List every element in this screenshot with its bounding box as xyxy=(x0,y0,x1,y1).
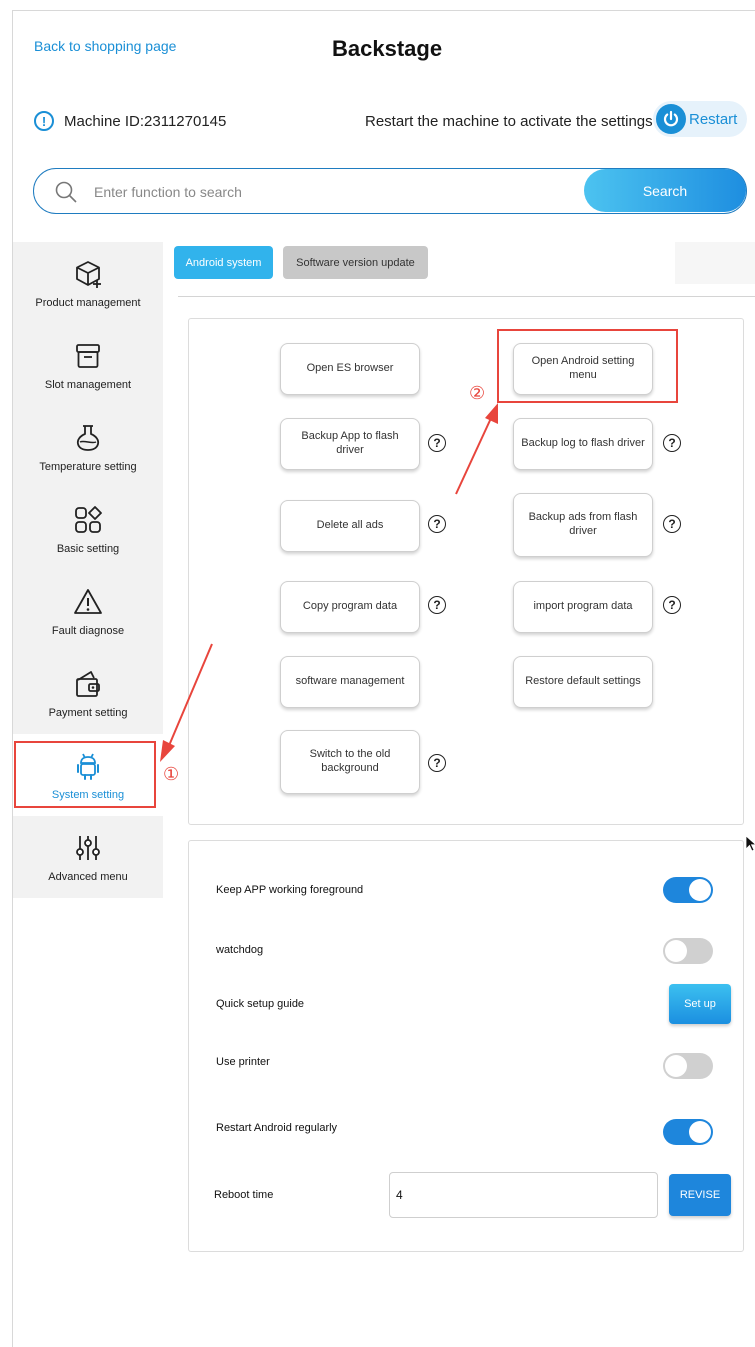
restore-default-settings-button[interactable]: Restore default settings xyxy=(513,656,653,708)
reboot-time-label: Reboot time xyxy=(214,1189,274,1201)
sliders-icon xyxy=(72,832,104,869)
restart-label: Restart xyxy=(689,110,738,128)
backup-ads-button[interactable]: Backup ads from flash driver xyxy=(513,493,653,557)
tab-software-version-update[interactable]: Software version update xyxy=(283,246,428,279)
power-icon xyxy=(656,104,686,134)
machine-info: ! Machine ID:2311270145 xyxy=(34,108,226,134)
drawer-icon xyxy=(72,340,104,377)
warning-icon xyxy=(72,586,104,623)
switch-old-background-button[interactable]: Switch to the old background xyxy=(280,730,420,794)
keep-foreground-label: Keep APP working foreground xyxy=(216,884,364,896)
sidebar-item-payment-setting[interactable]: Payment setting xyxy=(13,652,163,734)
watchdog-label: watchdog xyxy=(216,944,264,956)
use-printer-toggle[interactable] xyxy=(663,1053,713,1079)
help-icon[interactable]: ? xyxy=(428,434,446,452)
open-es-browser-button[interactable]: Open ES browser xyxy=(280,343,420,395)
annotation-box-system-setting xyxy=(14,741,156,808)
help-icon[interactable]: ? xyxy=(663,596,681,614)
annotation-arrow-2 xyxy=(455,403,498,495)
tab-placeholder xyxy=(675,242,755,284)
watchdog-toggle[interactable] xyxy=(663,938,713,964)
annotation-box-android-settings xyxy=(497,329,678,403)
sidebar-item-label: Slot management xyxy=(44,378,132,391)
back-to-shopping-link[interactable]: Back to shopping page xyxy=(34,38,176,54)
tab-android-system[interactable]: Android system xyxy=(174,246,273,279)
info-icon: ! xyxy=(34,111,54,131)
sidebar-item-label: Basic setting xyxy=(56,542,120,555)
copy-program-data-button[interactable]: Copy program data xyxy=(280,581,420,633)
sidebar-item-fault-diagnose[interactable]: Fault diagnose xyxy=(13,570,163,652)
flask-icon xyxy=(72,422,104,459)
revise-button[interactable]: REVISE xyxy=(669,1174,731,1216)
annotation-marker-1: ① xyxy=(163,764,180,784)
reboot-time-input[interactable] xyxy=(389,1172,658,1218)
mouse-cursor-icon xyxy=(745,835,755,852)
annotation-arrow-1 xyxy=(160,643,213,762)
toggle-knob xyxy=(689,879,711,901)
restart-button[interactable]: Restart xyxy=(653,101,747,137)
page-title: Backstage xyxy=(332,36,443,61)
sidebar-item-label: Advanced menu xyxy=(48,870,128,883)
wallet-icon xyxy=(72,668,104,705)
sidebar-item-advanced-menu[interactable]: Advanced menu xyxy=(13,816,163,898)
restart-hint: Restart the machine to activate the sett… xyxy=(365,113,653,130)
sidebar-item-temperature-setting[interactable]: Temperature setting xyxy=(13,406,163,488)
sidebar-item-label: Product management xyxy=(35,296,141,309)
search-button[interactable]: Search xyxy=(584,169,746,212)
help-icon[interactable]: ? xyxy=(428,515,446,533)
help-icon[interactable]: ? xyxy=(428,754,446,772)
toggle-knob xyxy=(665,940,687,962)
toggle-knob xyxy=(689,1121,711,1143)
tab-divider xyxy=(178,296,755,297)
help-icon[interactable]: ? xyxy=(428,596,446,614)
search-icon xyxy=(54,180,78,209)
restart-regularly-label: Restart Android regularly xyxy=(216,1122,338,1134)
delete-all-ads-button[interactable]: Delete all ads xyxy=(280,500,420,552)
restart-regularly-toggle[interactable] xyxy=(663,1119,713,1145)
sidebar-item-slot-management[interactable]: Slot management xyxy=(13,324,163,406)
search-bar: Search xyxy=(33,168,747,214)
machine-id: Machine ID:2311270145 xyxy=(64,112,227,130)
import-program-data-button[interactable]: import program data xyxy=(513,581,653,633)
sidebar-item-basic-setting[interactable]: Basic setting xyxy=(13,488,163,570)
sidebar-item-label: Temperature setting xyxy=(39,460,137,473)
help-icon[interactable]: ? xyxy=(663,434,681,452)
sidebar-item-label: Payment setting xyxy=(48,706,128,719)
software-management-button[interactable]: software management xyxy=(280,656,420,708)
backup-app-button[interactable]: Backup App to flash driver xyxy=(280,418,420,470)
grid-diamond-icon xyxy=(72,504,104,541)
backup-log-button[interactable]: Backup log to flash driver xyxy=(513,418,653,470)
sidebar-item-product-management[interactable]: Product management xyxy=(13,242,163,324)
quick-setup-label: Quick setup guide xyxy=(216,998,305,1010)
box-plus-icon xyxy=(72,258,104,295)
help-icon[interactable]: ? xyxy=(663,515,681,533)
use-printer-label: Use printer xyxy=(216,1056,270,1068)
keep-foreground-toggle[interactable] xyxy=(663,877,713,903)
search-input[interactable] xyxy=(92,179,576,205)
toggle-knob xyxy=(665,1055,687,1077)
set-up-button[interactable]: Set up xyxy=(669,984,731,1024)
sidebar-item-label: Fault diagnose xyxy=(51,624,125,637)
